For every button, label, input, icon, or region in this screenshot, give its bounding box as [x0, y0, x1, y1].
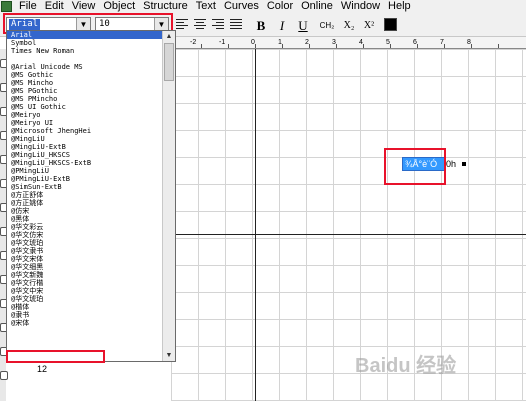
align-center-icon[interactable]	[194, 19, 206, 30]
underline-button[interactable]: U	[297, 18, 309, 33]
font-option[interactable]: @宋体	[7, 319, 163, 327]
font-option[interactable]: @MingLiU	[7, 135, 163, 143]
canvas-axis-vertical	[255, 49, 256, 401]
font-option[interactable]: @华文中宋	[7, 287, 163, 295]
font-option[interactable]: @隶书	[7, 311, 163, 319]
font-list-scrollbar[interactable]: ▲ ▼	[162, 31, 175, 361]
font-option[interactable]: @黑体	[7, 215, 163, 223]
align-right-icon[interactable]	[212, 19, 224, 30]
menu-view[interactable]: View	[68, 0, 100, 13]
font-option[interactable]: Arial	[7, 31, 163, 39]
canvas-axis-horizontal	[171, 234, 526, 235]
font-option[interactable]: @MS PMincho	[7, 95, 163, 103]
menu-online[interactable]: Online	[297, 0, 337, 13]
font-option[interactable]: @华文新魏	[7, 271, 163, 279]
font-option[interactable]: @华文宋体	[7, 255, 163, 263]
align-justify-icon[interactable]	[230, 19, 242, 30]
font-option[interactable]: @Arial Unicode MS	[7, 63, 163, 71]
font-option[interactable]: Times New Roman	[7, 47, 163, 55]
font-option[interactable]: @华文琥珀	[7, 295, 163, 303]
menu-help[interactable]: Help	[384, 0, 415, 13]
font-option[interactable]	[7, 55, 163, 63]
subscript-button[interactable]: X₂	[342, 18, 356, 33]
font-option[interactable]: @MS PGothic	[7, 87, 163, 95]
menu-text[interactable]: Text	[192, 0, 220, 13]
menu-color[interactable]: Color	[263, 0, 297, 13]
menu-window[interactable]: Window	[337, 0, 384, 13]
resize-handle[interactable]	[462, 162, 466, 166]
font-option[interactable]: @华文彩云	[7, 223, 163, 231]
menu-edit[interactable]: Edit	[41, 0, 68, 13]
font-option[interactable]: @方正舒体	[7, 191, 163, 199]
font-option[interactable]: @Meiryo	[7, 111, 163, 119]
font-option[interactable]: @MS UI Gothic	[7, 103, 163, 111]
menu-file[interactable]: File	[15, 0, 41, 13]
font-option[interactable]: @PMingLiU	[7, 167, 163, 175]
font-option[interactable]: Symbol	[7, 39, 163, 47]
menu-structure[interactable]: Structure	[139, 0, 192, 13]
font-option[interactable]: @Meiryo UI	[7, 119, 163, 127]
font-option[interactable]: @方正姚体	[7, 199, 163, 207]
align-left-icon[interactable]	[176, 19, 188, 30]
font-option[interactable]: @华文细黑	[7, 263, 163, 271]
font-dropdown-list[interactable]: Arial Symbol Times New Roman @Arial Unic…	[6, 30, 176, 362]
drawing-canvas[interactable]	[171, 49, 526, 401]
menu-object[interactable]: Object	[99, 0, 139, 13]
chemical-formula-button[interactable]: CH₂	[318, 18, 336, 33]
scroll-up-icon[interactable]: ▲	[163, 31, 175, 42]
font-option[interactable]: @MS Gothic	[7, 71, 163, 79]
scroll-down-icon[interactable]: ▼	[163, 350, 175, 361]
font-option[interactable]: @仿宋	[7, 207, 163, 215]
app-icon	[1, 1, 12, 12]
italic-button[interactable]: I	[276, 18, 288, 33]
horizontal-ruler: -2 -1 0 1 2 3 4 5 6 7 8	[171, 37, 526, 49]
font-option[interactable]: @SimSun-ExtB	[7, 183, 163, 191]
font-option[interactable]: @MingLiU_HKSCS	[7, 151, 163, 159]
font-option[interactable]: @华文仿宋	[7, 231, 163, 239]
scrollbar-thumb[interactable]	[164, 43, 174, 81]
font-option[interactable]: @华文琥珀	[7, 239, 163, 247]
panel-number: 12	[37, 364, 48, 374]
font-option[interactable]: @MS Mincho	[7, 79, 163, 87]
menu-curves[interactable]: Curves	[220, 0, 263, 13]
highlight-box	[6, 350, 105, 363]
menu-bar: File Edit View Object Structure Text Cur…	[0, 0, 526, 13]
font-option[interactable]: @Microsoft JhengHei	[7, 127, 163, 135]
font-option[interactable]: @华文行楷	[7, 279, 163, 287]
font-option[interactable]: @华文隶书	[7, 247, 163, 255]
tool-shape-icon[interactable]	[0, 371, 8, 380]
ruler-label: -1	[219, 39, 226, 46]
font-option[interactable]: @MingLiU-ExtB	[7, 143, 163, 151]
text-color-swatch[interactable]	[384, 18, 397, 31]
font-option[interactable]: @楷体	[7, 303, 163, 311]
watermark: Baidu 经验	[355, 355, 457, 377]
superscript-button[interactable]: X²	[362, 18, 376, 33]
ruler-label: -2	[190, 39, 197, 46]
font-option[interactable]: @MingLiU_HKSCS-ExtB	[7, 159, 163, 167]
text-object-tail[interactable]: 0h	[446, 157, 456, 171]
font-option[interactable]: @PMingLiU-ExtB	[7, 175, 163, 183]
font-list: Arial Symbol Times New Roman @Arial Unic…	[7, 31, 163, 327]
highlight-box	[384, 148, 446, 185]
bold-button[interactable]: B	[255, 18, 267, 33]
